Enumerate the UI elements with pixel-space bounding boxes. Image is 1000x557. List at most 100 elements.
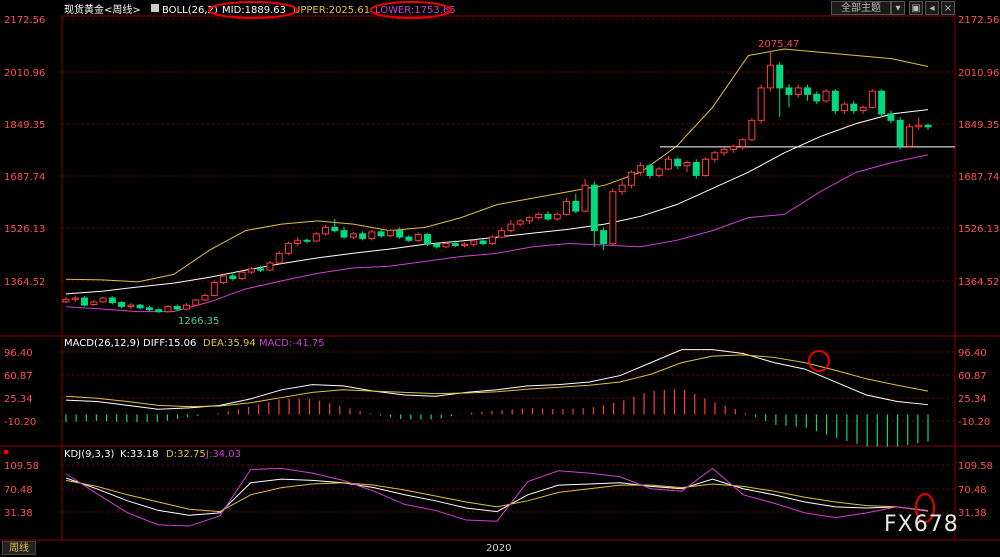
candle — [516, 218, 524, 227]
candle-body — [507, 223, 515, 232]
close-icon[interactable]: × — [941, 1, 955, 15]
candle — [192, 298, 200, 307]
candle — [674, 157, 682, 169]
candle-body — [600, 230, 608, 245]
candle-body — [655, 168, 663, 176]
candle — [238, 270, 246, 280]
candle — [692, 159, 700, 179]
candle-body — [618, 184, 626, 193]
candle-body — [368, 231, 376, 239]
candle — [322, 224, 330, 236]
candle-body — [516, 220, 524, 225]
candle-body — [377, 231, 385, 237]
candle — [794, 84, 802, 98]
y-tick-label-right: 96.40 — [958, 348, 987, 359]
candle-body — [831, 90, 839, 112]
candle-body — [442, 243, 450, 248]
candle — [757, 84, 765, 124]
candle-body — [683, 161, 691, 167]
candle-body — [692, 161, 700, 176]
candle-body — [229, 275, 237, 280]
candle-body — [896, 119, 904, 147]
candle-body — [794, 87, 802, 95]
candle-body — [720, 149, 728, 154]
settings-icon[interactable]: ▣ — [909, 1, 923, 15]
y-tick-label-right: 1849.35 — [958, 120, 999, 131]
boll-upper-value: UPPER:2025.61 — [293, 5, 370, 16]
candle — [155, 307, 163, 313]
y-tick-label-left: 2172.56 — [4, 15, 45, 26]
candle-body — [136, 304, 144, 309]
x-axis-label: 2020 — [486, 543, 511, 554]
candle — [841, 102, 849, 114]
candle — [349, 231, 357, 240]
kdj-marker-icon — [3, 449, 9, 455]
y-tick-label-left: 1526.13 — [4, 224, 45, 235]
candle — [785, 84, 793, 108]
candle-body — [433, 243, 441, 248]
candle — [748, 118, 756, 142]
plot-frame — [61, 15, 956, 541]
candle-body — [572, 200, 580, 212]
candle-body — [118, 302, 126, 307]
boll-upper-line — [65, 48, 929, 283]
candle-body — [127, 304, 135, 307]
kdj-d-value: D:32.75 — [166, 449, 206, 460]
candle-body — [739, 139, 747, 147]
candle — [804, 84, 812, 101]
y-tick-label-left: 31.38 — [4, 508, 33, 519]
theme-dropdown-icon[interactable]: ▾ — [891, 1, 905, 15]
candle-body — [757, 87, 765, 121]
candle — [294, 237, 302, 247]
candle-body — [145, 307, 153, 311]
y-tick-label-left: 70.48 — [4, 485, 33, 496]
candle-body — [887, 113, 895, 121]
chart-canvas: 2172.56 2172.56 2010.96 2010.96 1849.35 1849.… — [0, 1, 1000, 554]
candle — [822, 89, 830, 103]
candle-body — [62, 298, 70, 303]
period-tab[interactable]: 周线 — [2, 541, 36, 555]
candle — [813, 91, 821, 105]
y-tick-label-right: 25.34 — [958, 394, 987, 405]
candle-body — [349, 233, 357, 238]
candle-body — [609, 191, 617, 245]
candle-body — [553, 213, 561, 220]
minimize-icon[interactable]: ◂ — [925, 1, 939, 15]
candle — [368, 229, 376, 241]
candle-body — [804, 87, 812, 95]
candle — [664, 156, 672, 171]
y-tick-label-left: 1687.74 — [4, 172, 45, 183]
high-annotation: 2075.47 — [758, 39, 799, 50]
candle — [312, 231, 320, 243]
candle — [145, 305, 153, 311]
candle-body — [303, 239, 311, 242]
candle — [609, 188, 617, 246]
candle-body — [359, 233, 367, 239]
y-tick-label-right: 1687.74 — [958, 172, 999, 183]
candle-body — [192, 299, 200, 306]
candle — [905, 123, 913, 148]
candle-body — [461, 243, 469, 247]
candle-body — [785, 87, 793, 95]
candle — [423, 233, 431, 247]
candle-body — [470, 240, 478, 245]
boll-mid-value: MID:1889.63 — [222, 5, 286, 16]
macd-diff-line — [65, 349, 929, 410]
candle — [553, 212, 561, 221]
candle-body — [479, 240, 487, 245]
candle — [655, 167, 663, 178]
candle — [164, 305, 172, 313]
candle-body — [396, 230, 404, 238]
candle — [498, 227, 506, 239]
candle-body — [331, 226, 339, 232]
theme-button[interactable]: 全部主题 — [831, 1, 891, 15]
candle — [739, 137, 747, 150]
candle — [535, 212, 543, 221]
candle — [331, 218, 339, 233]
candle-body — [182, 304, 190, 310]
macd-value: MACD:-41.75 — [259, 338, 325, 349]
candle-body — [766, 64, 774, 89]
kdj-j-value: J:34.03 — [205, 449, 241, 460]
candle — [683, 160, 691, 173]
candle-body — [312, 233, 320, 242]
